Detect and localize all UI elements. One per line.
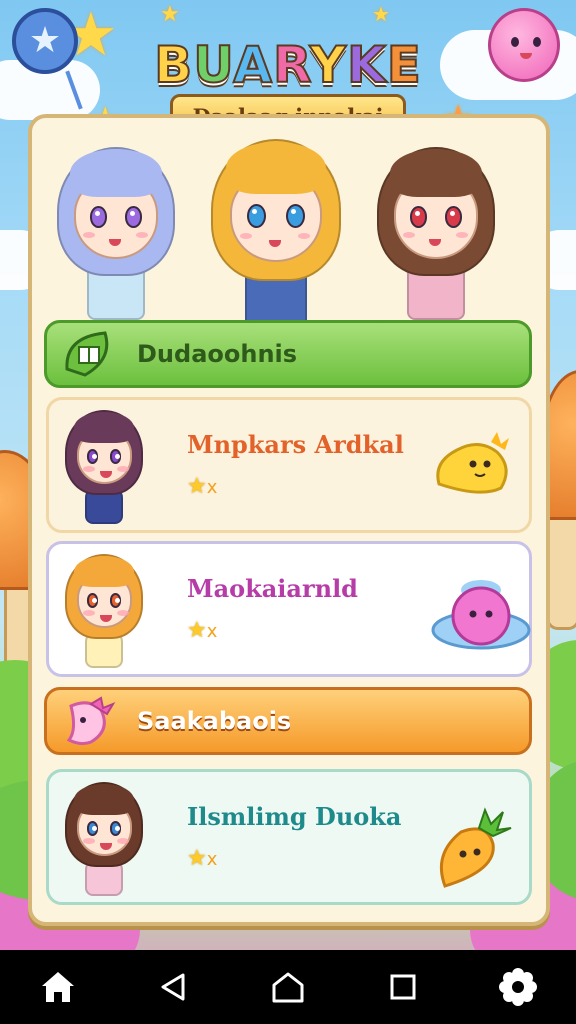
- carrot-pet-icon: [439, 807, 512, 888]
- back-icon: [161, 973, 185, 1001]
- settings-gear-icon: [499, 968, 538, 1006]
- pink-ghost-bow-icon: [66, 696, 116, 746]
- yellow-blob-pet-icon: [436, 432, 509, 494]
- home-button[interactable]: [30, 959, 86, 1015]
- star-rating: ★x: [187, 846, 217, 871]
- star-icon: ★: [187, 846, 207, 871]
- card-character-portrait: [61, 778, 147, 900]
- card-character-portrait: [61, 406, 147, 528]
- character-name: Mnpkars Ardkal: [187, 430, 404, 459]
- settings-button[interactable]: [490, 959, 546, 1015]
- section-banner-bottom-label: Saakabaois: [137, 707, 292, 735]
- character-name: Maokaiarnld: [187, 574, 358, 603]
- star-rating: ★x: [187, 618, 217, 643]
- star-icon: ★: [187, 474, 207, 499]
- leaf-book-icon: [65, 331, 109, 377]
- system-navbar: [0, 950, 576, 1024]
- section-banner-top-label: Dudaoohnis: [137, 340, 298, 368]
- character-card[interactable]: Mnpkars Ardkal ★x: [46, 397, 532, 533]
- pet-slot: [431, 576, 531, 650]
- game-title: BUARYKE: [0, 35, 576, 95]
- rating-suffix: x: [206, 621, 218, 642]
- section-banner-top[interactable]: Dudaoohnis: [44, 320, 532, 388]
- game-title-text: BUARYKE: [153, 35, 422, 95]
- pet-slot: [431, 804, 515, 888]
- star-icon: ★: [187, 618, 207, 643]
- rating-suffix: x: [206, 477, 218, 498]
- pink-blob-pet-icon: [431, 580, 531, 650]
- character-card[interactable]: Ilsmlimg Duoka ★x: [46, 769, 532, 905]
- home-outline-icon: [272, 972, 304, 1003]
- character-card[interactable]: Maokaiarnld ★x: [46, 541, 532, 677]
- recents-button[interactable]: [375, 959, 431, 1015]
- hero-character: [370, 140, 502, 327]
- back-button[interactable]: [145, 959, 201, 1015]
- card-character-portrait: [61, 550, 147, 672]
- pet-slot: [431, 432, 515, 502]
- rating-suffix: x: [206, 849, 218, 870]
- character-name: Ilsmlimg Duoka: [187, 802, 402, 831]
- recents-icon: [390, 974, 416, 1000]
- star-icon: ★: [372, 2, 390, 26]
- section-banner-bottom[interactable]: Saakabaois: [44, 687, 532, 755]
- star-rating: ★x: [187, 474, 217, 499]
- hero-character: [204, 132, 348, 336]
- star-icon: ★: [160, 2, 180, 27]
- home-icon: [41, 972, 74, 1002]
- home-outline-button[interactable]: [260, 959, 316, 1015]
- hero-character: [50, 140, 182, 327]
